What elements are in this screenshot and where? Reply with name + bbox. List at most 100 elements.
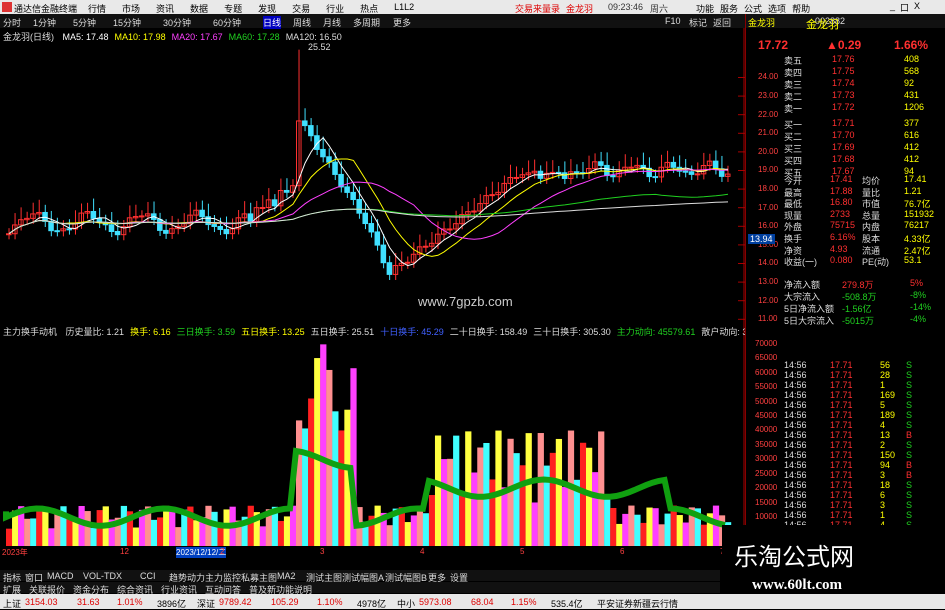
quote-cell: S (906, 490, 913, 500)
volume-bar (410, 515, 418, 546)
quote-cell: 14:56 (784, 510, 807, 520)
quote-cell: 568 (904, 66, 920, 76)
window-button[interactable]: 口 (900, 1, 909, 14)
quote-cell: S (906, 510, 913, 520)
month-tick: 3 (320, 547, 325, 556)
quote-cell: -8% (910, 290, 927, 300)
watermark: www.7gpzb.com (418, 294, 513, 309)
indicator-tab[interactable]: MACD (47, 571, 74, 581)
quote-cell: 377 (904, 118, 920, 128)
volume-bar (332, 411, 339, 546)
window-button[interactable]: X (914, 1, 920, 14)
volume-bar (640, 522, 647, 546)
quote-cell: S (906, 410, 913, 420)
volume-bar (404, 522, 411, 546)
candle-body (362, 212, 369, 225)
quote-cell: 1 (880, 380, 886, 390)
quote-cell: 4.93 (830, 243, 848, 254)
status-item: 3896亿 (157, 599, 187, 609)
quote-cell: 5 (880, 400, 886, 410)
status-item: 3154.03 (25, 597, 58, 607)
window-button[interactable]: _ (890, 1, 895, 14)
candle-body (489, 194, 495, 197)
volume-bar (247, 505, 254, 546)
volume-bar (42, 510, 49, 546)
bid-row: 买一 17.71 377 (746, 118, 945, 130)
ask-row: 卖三 17.74 92 (746, 78, 945, 90)
quote-cell: 17.71 (830, 480, 853, 490)
quote-cell: 14:56 (784, 420, 807, 430)
indicator-tab[interactable]: MA2 (277, 571, 296, 581)
candle-body (610, 175, 616, 178)
candle-body (471, 210, 477, 213)
ma-line (8, 193, 729, 235)
volume-bar (326, 369, 333, 546)
title-bar: 通达信金融终端 行情 市场 资讯 数据 专题 发现 交易 行业 热点 L1L2 交易来量录 金龙羽… (0, 0, 945, 14)
volume-bar (592, 472, 599, 546)
volume-bar (217, 526, 224, 546)
quote-cell: 92 (904, 78, 915, 88)
status-item: 31.63 (77, 597, 100, 607)
quote-cell: S (906, 450, 913, 460)
candle-body (561, 172, 568, 180)
quote-cell: 16.80 (830, 197, 853, 208)
volume-bar (24, 518, 31, 546)
quote-cell: 76217 (904, 220, 930, 231)
quote-cell: 17.71 (830, 470, 853, 480)
candle-body (604, 164, 610, 177)
volume-bar (555, 438, 563, 546)
indicator-tab[interactable]: CCI (140, 571, 156, 581)
indicator-tabs: 指标 窗口 MACD VOL-TDX CCI 趋势动力 主力监控 私募主图 MA2 测试主图 测试幅… (0, 570, 720, 583)
status-item: 上证 (3, 599, 22, 609)
quote-cell: S (906, 370, 913, 380)
candle-body (374, 231, 381, 246)
date-cursor: 2023/12/12/二 (176, 547, 227, 558)
quote-cell: S (906, 380, 913, 390)
volume-bar (157, 517, 164, 546)
ask-row: 卖一 17.72 1206 (746, 102, 945, 114)
ma-line (8, 201, 729, 235)
candle-body (259, 207, 266, 210)
indicator-value: 三日换手: 3.59 (176, 327, 236, 337)
quote-cell: 14:56 (784, 480, 807, 490)
stat-row: 外盘 75715 内盘 76217 (746, 220, 945, 232)
ma-label: MA120: 16.50 (285, 32, 342, 42)
status-item: 1.01% (117, 597, 143, 607)
volume-bar (616, 523, 623, 546)
quote-cell: 13 (880, 430, 891, 440)
quote-cell: 17.71 (830, 390, 853, 400)
quote-cell: B (906, 470, 913, 480)
quote-cell: 14:56 (784, 380, 807, 390)
volume-bar (169, 511, 176, 546)
volume-bar (610, 508, 617, 546)
volume-bar (30, 518, 37, 546)
volume-bar (277, 520, 285, 546)
quote-cell: S (906, 400, 913, 410)
quote-cell: S (906, 480, 913, 490)
kline-chart[interactable]: 金龙羽(日线) MA5: 17.48 MA10: 17.98 MA20: 17.67… (0, 28, 778, 324)
candle-body (688, 171, 695, 175)
stat-row: 净资 4.93 流通 2.47亿 (746, 243, 945, 256)
quote-cell: 17.71 (830, 410, 853, 420)
quote-cell: 14:56 (784, 490, 807, 500)
candle-body (356, 199, 362, 214)
volume-bar (175, 527, 182, 546)
indicator-panel[interactable]: 主力换手动机 历史量比: 1.21 换手: 6.16 三日换手: 3.59 五日换手:… (0, 324, 777, 558)
quote-cell: 17.71 (830, 380, 853, 390)
indicator-value: 历史量比: 1.21 (65, 327, 125, 337)
volume-bar (658, 524, 665, 546)
volume-bar (537, 433, 544, 546)
volume-bar (314, 358, 321, 546)
stat-row: 最低 16.80 市值 76.7亿 (746, 197, 945, 209)
quote-cell: 3 (880, 470, 886, 480)
volume-bar (441, 459, 448, 546)
indicator-value: 主力动向: 45579.61 (616, 327, 696, 337)
toolbar-button[interactable]: F10 (665, 16, 681, 26)
volume-bar (628, 505, 635, 546)
volume-bar (48, 528, 55, 546)
volume-bar (549, 452, 556, 546)
indicator-tab[interactable]: VOL-TDX (83, 571, 122, 581)
candle-body (223, 228, 230, 235)
last-price: 17.72 (758, 38, 789, 52)
quote-cell: 17.71 (830, 490, 853, 500)
